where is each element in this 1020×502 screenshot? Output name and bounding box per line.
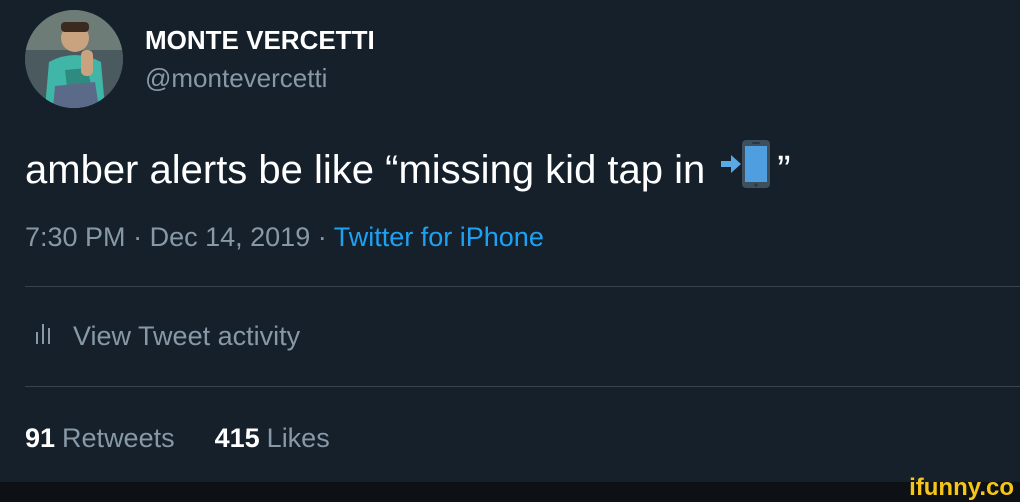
tweet-meta: 7:30 PM · Dec 14, 2019 · Twitter for iPh… [25,220,544,254]
meta-separator: · [317,222,327,252]
meta-separator: · [133,222,143,252]
avatar[interactable] [25,10,123,108]
bar-chart-icon [35,318,53,354]
tweet-text: amber alerts be like “missing kid tap in… [25,138,791,201]
likes-stat[interactable]: 415 Likes [215,420,330,456]
avatar-image [25,10,123,108]
tweet-card: MONTE VERCETTI @montevercetti amber aler… [0,0,1020,502]
tweet-date[interactable]: Dec 14, 2019 [150,222,311,252]
retweets-stat[interactable]: 91 Retweets [25,420,175,456]
likes-count: 415 [214,423,260,453]
footer-bar [0,482,1020,502]
divider [25,286,1020,287]
arrow-into-phone-icon [719,138,771,201]
watermark: ifunny.co [909,474,1014,501]
view-activity-label: View Tweet activity [73,321,301,351]
retweets-count: 91 [25,423,56,453]
divider [25,386,1020,387]
tweet-text-main: amber alerts be like “missing kid tap in [25,147,706,192]
tweet-time[interactable]: 7:30 PM [25,222,126,252]
view-activity-link[interactable]: View Tweet activity [25,318,300,354]
retweets-label: Retweets [62,423,175,453]
display-name[interactable]: MONTE VERCETTI [145,24,375,56]
tweet-source-link[interactable]: Twitter for iPhone [334,222,544,252]
tweet-stats: 91 Retweets 415 Likes [25,420,370,456]
tweet-text-closing-quote: ” [777,147,791,192]
user-handle[interactable]: @montevercetti [145,62,327,94]
likes-label: Likes [266,423,330,453]
